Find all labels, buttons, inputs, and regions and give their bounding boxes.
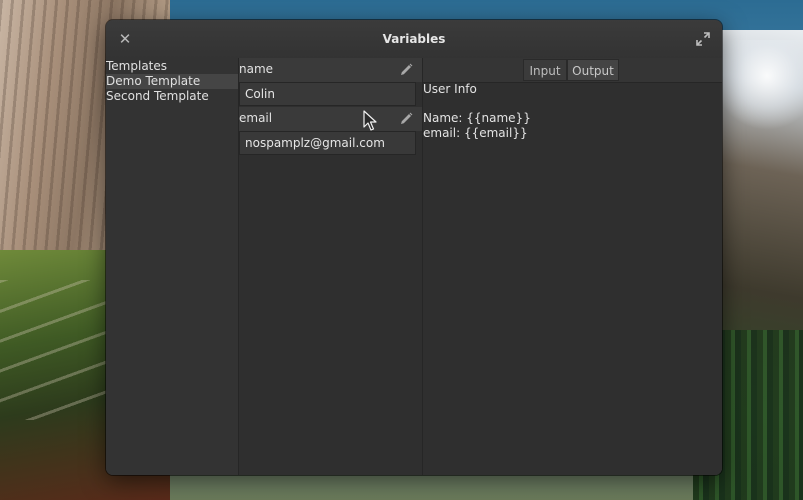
variable-value-input-email[interactable]: nospamplz@gmail.com xyxy=(239,131,416,155)
titlebar[interactable]: ✕ Variables xyxy=(106,20,722,58)
window-content: Templates Demo Template Second Template … xyxy=(106,58,722,475)
tab-output[interactable]: Output xyxy=(567,59,619,81)
sidebar-item-second-template[interactable]: Second Template xyxy=(106,89,238,104)
window-title: Variables xyxy=(382,32,446,46)
output-line: User Info xyxy=(423,82,477,96)
variables-window: ✕ Variables Templates Demo Template Seco… xyxy=(106,20,722,475)
output-line: Name: {{name}} xyxy=(423,111,531,125)
pencil-icon[interactable] xyxy=(398,111,414,127)
variables-list: name Colin email nospamplz@gmail.com xyxy=(239,58,423,475)
variable-name-label: name xyxy=(239,62,274,76)
tab-label: Input xyxy=(529,64,561,78)
template-sidebar: Templates Demo Template Second Template xyxy=(106,58,239,475)
tab-label: Output xyxy=(572,64,614,78)
pencil-icon[interactable] xyxy=(398,62,414,78)
sidebar-item-label: Second Template xyxy=(106,89,209,103)
preview-panel: Input Output User Info Name: {{name}} em… xyxy=(423,58,722,475)
sidebar-item-label: Demo Template xyxy=(106,74,201,88)
panel-tabs: Input Output xyxy=(423,58,722,83)
output-text: User Info Name: {{name}} email: {{email}… xyxy=(423,82,722,140)
sidebar-item-label: Templates xyxy=(106,59,168,73)
tab-input[interactable]: Input xyxy=(523,59,567,81)
output-line: email: {{email}} xyxy=(423,125,528,140)
variable-header-email: email xyxy=(239,107,422,131)
snow-right xyxy=(713,40,803,130)
variable-value-input-name[interactable]: Colin xyxy=(239,82,416,106)
variable-name-label: email xyxy=(239,111,273,125)
sidebar-item-templates[interactable]: Templates xyxy=(106,59,238,74)
mouse-pointer-icon xyxy=(363,110,379,132)
maximize-icon[interactable] xyxy=(694,30,712,48)
variable-header-name: name xyxy=(239,58,422,82)
sidebar-item-demo-template[interactable]: Demo Template xyxy=(106,74,238,89)
